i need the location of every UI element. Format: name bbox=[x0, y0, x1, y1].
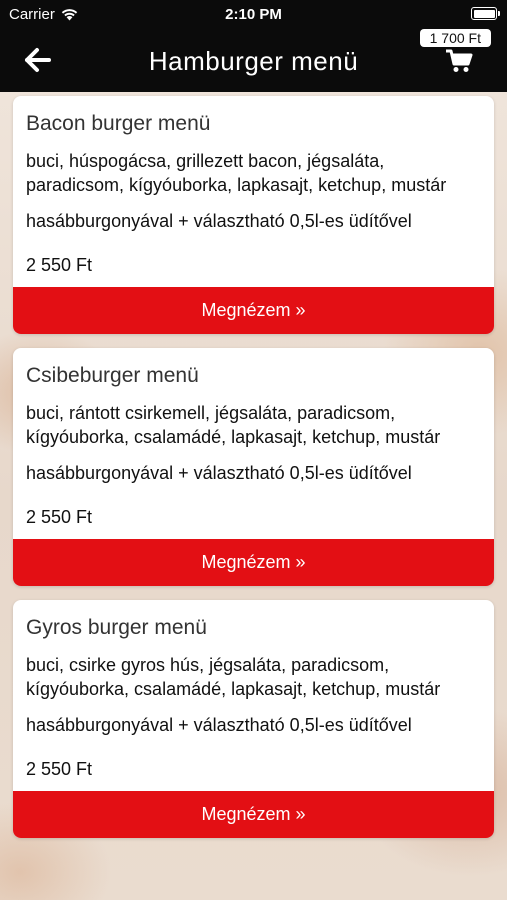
menu-card-body: Csibeburger menü buci, rántott csirkemel… bbox=[13, 348, 494, 539]
menu-item-price: 2 550 Ft bbox=[26, 255, 93, 275]
menu-item-description: buci, húspogácsa, grillezett bacon, jégs… bbox=[26, 151, 447, 195]
shopping-cart-icon bbox=[446, 49, 473, 72]
cart-total-badge[interactable]: 1 700 Ft bbox=[419, 29, 491, 47]
menu-item-price: 2 550 Ft bbox=[26, 507, 93, 527]
menu-card-body: Bacon burger menü buci, húspogácsa, gril… bbox=[13, 96, 494, 287]
menu-card-body: Gyros burger menü buci, csirke gyros hús… bbox=[13, 600, 494, 791]
menu-card: Csibeburger menü buci, rántott csirkemel… bbox=[13, 348, 494, 586]
navigation-bar: Carrier 2:10 PM Hamburger menü 1 700 Ft bbox=[0, 0, 507, 92]
menu-item-title: Gyros burger menü bbox=[26, 616, 207, 639]
menu-list: Bacon burger menü buci, húspogácsa, gril… bbox=[13, 96, 494, 852]
cart-button[interactable] bbox=[445, 48, 473, 74]
menu-item-extra: hasábburgonyával + választható 0,5l-es ü… bbox=[26, 715, 412, 735]
menu-item-title: Csibeburger menü bbox=[26, 364, 199, 387]
menu-item-description: buci, csirke gyros hús, jégsaláta, parad… bbox=[26, 655, 441, 699]
clock: 2:10 PM bbox=[225, 6, 282, 23]
menu-item-extra: hasábburgonyával + választható 0,5l-es ü… bbox=[26, 211, 412, 231]
menu-item-description: buci, rántott csirkemell, jégsaláta, par… bbox=[26, 403, 441, 447]
status-bar: Carrier 2:10 PM bbox=[0, 0, 507, 28]
view-item-button[interactable]: Megnézem » bbox=[13, 539, 494, 586]
view-item-button[interactable]: Megnézem » bbox=[13, 287, 494, 334]
menu-item-title: Bacon burger menü bbox=[26, 112, 211, 135]
menu-card: Gyros burger menü buci, csirke gyros hús… bbox=[13, 600, 494, 838]
menu-card: Bacon burger menü buci, húspogácsa, gril… bbox=[13, 96, 494, 334]
menu-item-extra: hasábburgonyával + választható 0,5l-es ü… bbox=[26, 463, 412, 483]
view-item-button[interactable]: Megnézem » bbox=[13, 791, 494, 838]
page-title: Hamburger menü bbox=[148, 46, 359, 76]
battery-icon bbox=[471, 7, 500, 20]
menu-item-price: 2 550 Ft bbox=[26, 759, 93, 779]
